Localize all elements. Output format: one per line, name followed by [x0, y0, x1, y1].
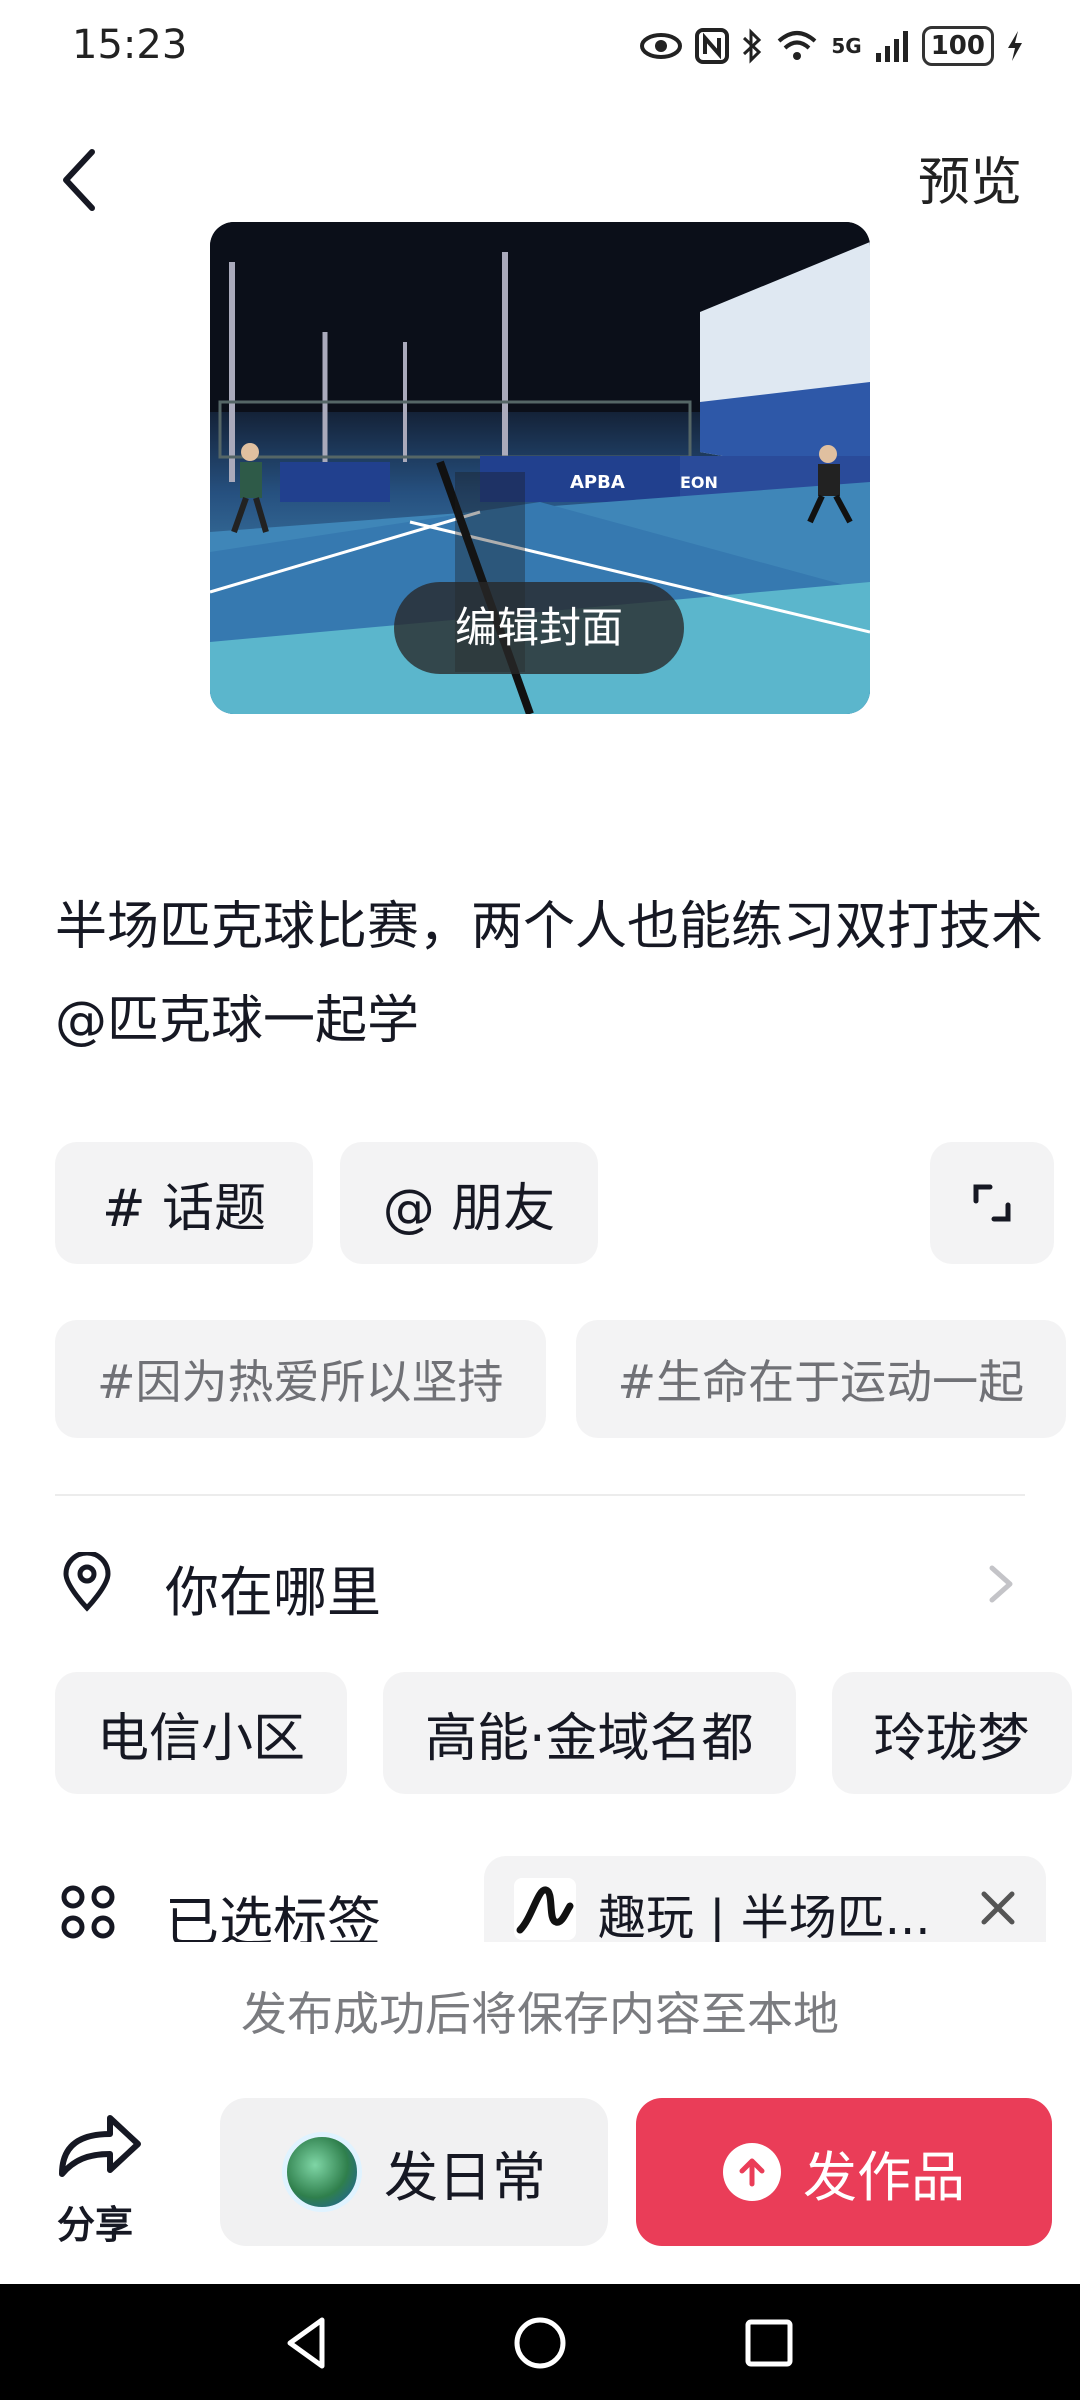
share-arrow-icon — [59, 2115, 141, 2177]
preview-button[interactable]: 预览 — [918, 140, 1022, 215]
cover-image[interactable]: APBA EON 编辑封面 — [210, 222, 870, 714]
location-chip[interactable]: 高能·金域名都 — [383, 1672, 796, 1794]
network-type: 5G — [831, 34, 862, 58]
banner-eon: EON — [680, 473, 718, 492]
publish-label: 发作品 — [803, 2145, 965, 2209]
location-suggestions: 电信小区 高能·金域名都 玲珑梦 — [55, 1672, 1080, 1794]
expand-button[interactable] — [930, 1142, 1054, 1264]
location-chip[interactable]: 电信小区 — [55, 1672, 348, 1794]
wifi-icon — [778, 31, 817, 60]
topic-button[interactable]: # 话题 — [55, 1142, 313, 1264]
system-nav-bar — [0, 2284, 1080, 2400]
share-button[interactable]: 分享 — [40, 2110, 150, 2247]
nfc-icon — [695, 28, 730, 64]
location-label[interactable]: 你在哪里 — [165, 1548, 381, 1627]
tag-logo — [514, 1878, 576, 1940]
back-triangle-icon[interactable] — [272, 2308, 342, 2378]
hashtag-chip[interactable]: #生命在于运动一起 — [575, 1320, 1067, 1438]
tags-grid-icon — [61, 1885, 115, 1939]
location-chip[interactable]: 玲珑梦 — [831, 1672, 1072, 1794]
recents-square-icon[interactable] — [734, 2308, 804, 2378]
status-icons: 5G 100 — [639, 26, 1024, 66]
status-time: 15:23 — [72, 22, 188, 68]
upload-icon — [723, 2143, 781, 2201]
publish-button[interactable]: 发作品 — [636, 2098, 1052, 2246]
battery-indicator: 100 — [921, 26, 994, 66]
hashtag-suggestions: #因为热爱所以坚持 #生命在于运动一起 — [55, 1320, 1080, 1438]
location-pin-icon — [63, 1552, 111, 1612]
chevron-right-icon[interactable] — [986, 1562, 1016, 1606]
expand-icon — [973, 1184, 1011, 1222]
avatar — [282, 2132, 362, 2212]
selected-tag-text: 趣玩 | 半场匹... — [598, 1890, 931, 1946]
share-label: 分享 — [56, 2203, 133, 2247]
close-icon[interactable] — [976, 1886, 1020, 1930]
squiggle-logo-icon — [516, 1886, 574, 1934]
caption-text[interactable]: 半场匹克球比赛，两个人也能练习双打技术@匹克球一起学 — [55, 880, 1045, 1068]
bluetooth-icon — [743, 28, 762, 64]
save-note: 发布成功后将保存内容至本地 — [241, 1987, 839, 2041]
post-daily-label: 发日常 — [384, 2145, 546, 2209]
edit-cover-button[interactable]: 编辑封面 — [394, 582, 684, 674]
chevron-left-icon[interactable] — [50, 140, 110, 220]
hashtag-chip[interactable]: #因为热爱所以坚持 — [55, 1320, 546, 1438]
eye-icon — [640, 33, 683, 59]
signal-icon — [875, 31, 908, 62]
banner-apba: APBA — [570, 472, 625, 493]
charging-icon — [1008, 31, 1022, 61]
mention-friend-button[interactable]: @ 朋友 — [340, 1142, 598, 1264]
home-circle-icon[interactable] — [505, 2308, 575, 2378]
divider — [55, 1494, 1025, 1496]
post-daily-button[interactable]: 发日常 — [220, 2098, 608, 2246]
